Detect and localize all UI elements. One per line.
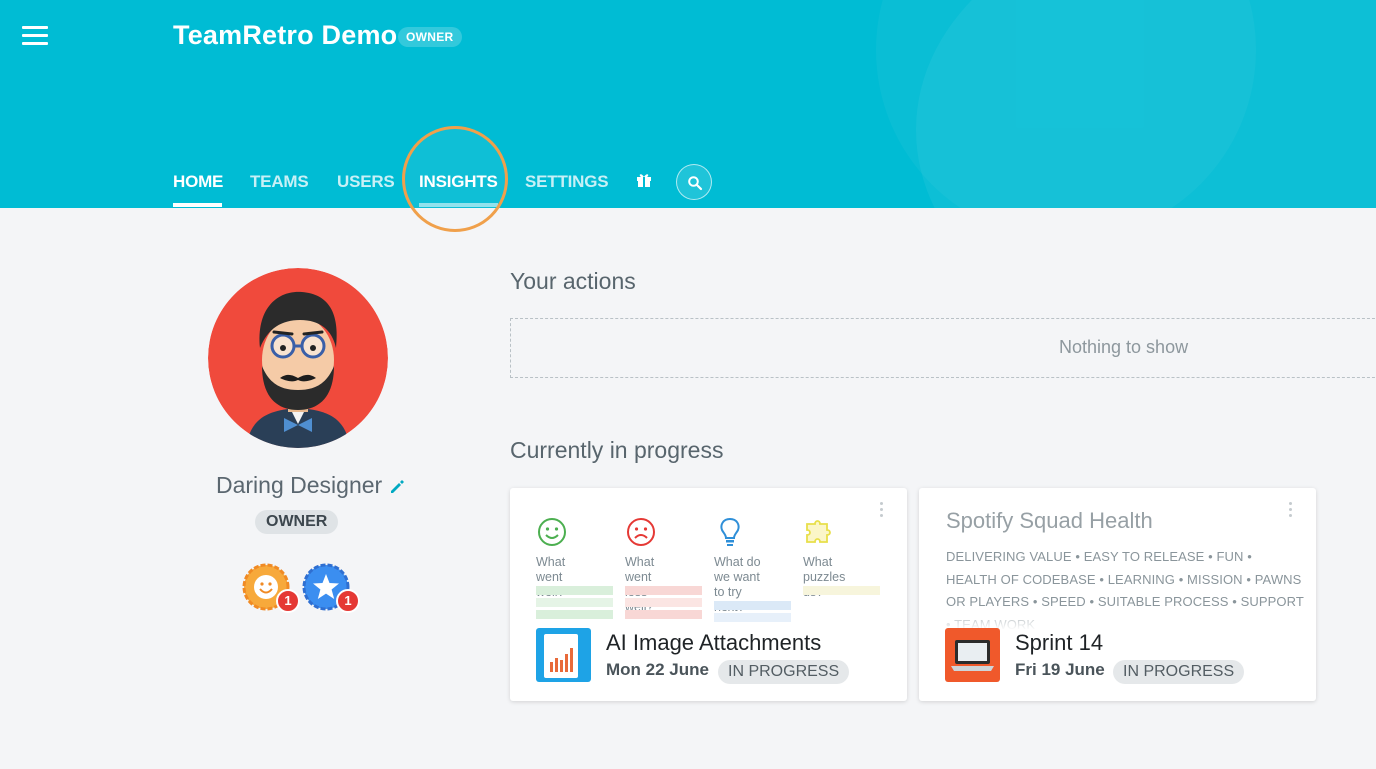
role-badge: OWNER <box>398 27 462 47</box>
menu-icon[interactable] <box>22 26 48 46</box>
column-stripe <box>536 610 613 619</box>
retro-thumbnail <box>945 628 1000 682</box>
active-tab-indicator <box>173 203 222 207</box>
tab-teams[interactable]: TEAMS <box>250 172 309 192</box>
retro-thumbnail <box>536 628 591 682</box>
card-menu-icon[interactable] <box>877 502 885 522</box>
gift-icon[interactable] <box>636 172 652 188</box>
tab-settings[interactable]: SETTINGS <box>525 172 609 192</box>
badge-count: 1 <box>336 589 360 613</box>
user-name: Daring Designer <box>216 472 383 498</box>
happy-face-icon <box>538 518 566 546</box>
avatar[interactable] <box>208 268 388 448</box>
column-stripe <box>714 613 791 622</box>
status-badge: IN PROGRESS <box>1113 660 1245 684</box>
card-menu-icon[interactable] <box>1286 502 1294 522</box>
search-icon <box>688 176 703 191</box>
column-stripe <box>625 586 702 595</box>
retro-card[interactable]: What went well? What went less well? Wha… <box>510 488 907 701</box>
role-chip: OWNER <box>255 510 339 534</box>
column-stripe <box>625 598 702 607</box>
actions-empty-state <box>510 318 1376 378</box>
template-title: Spotify Squad Health <box>946 508 1153 533</box>
insights-highlight-annotation <box>402 126 508 232</box>
sad-face-icon <box>627 518 655 546</box>
column-stripe <box>714 601 791 610</box>
card-title: AI Image Attachments <box>606 630 822 655</box>
column-stripe <box>536 598 613 607</box>
card-date: Mon 22 June <box>606 660 709 679</box>
column-stripe <box>803 586 880 595</box>
tags-fade <box>919 606 1316 630</box>
column-stripe <box>536 586 613 595</box>
status-badge: IN PROGRESS <box>718 660 850 684</box>
section-title-actions: Your actions <box>510 268 636 294</box>
card-date: Fri 19 June <box>1015 660 1105 679</box>
app-title: TeamRetro Demo <box>173 20 398 50</box>
badge-count: 1 <box>276 589 300 613</box>
card-title: Sprint 14 <box>1015 630 1104 655</box>
puzzle-icon <box>806 520 831 543</box>
section-title-in-progress: Currently in progress <box>510 437 724 463</box>
search-button[interactable] <box>676 164 712 200</box>
app-header: TeamRetro Demo OWNER HOME TEAMS USERS IN… <box>0 0 1376 208</box>
empty-state-text: Nothing to show <box>1059 337 1189 357</box>
header-decoration <box>876 0 1256 208</box>
tab-home[interactable]: HOME <box>173 172 223 192</box>
tab-users[interactable]: USERS <box>337 172 395 192</box>
lightbulb-icon <box>720 517 740 546</box>
column-stripe <box>625 610 702 619</box>
edit-icon[interactable] <box>388 478 406 496</box>
health-check-card[interactable]: Spotify Squad Health DELIVERING VALUE • … <box>919 488 1316 701</box>
